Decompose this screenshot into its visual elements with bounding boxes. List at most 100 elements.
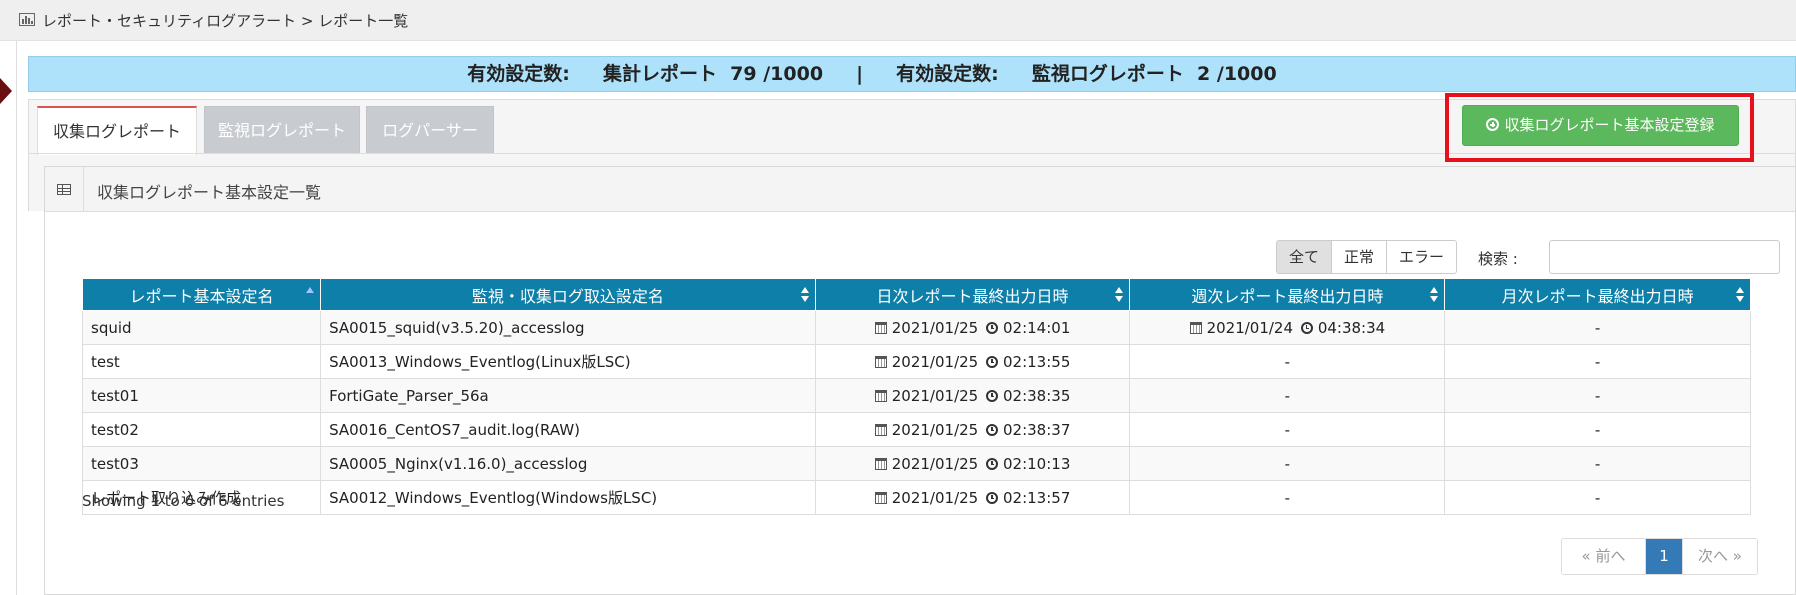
cell-monthly: - <box>1444 310 1751 345</box>
daily-time: 02:13:57 <box>1003 488 1071 507</box>
cell-source: SA0012_Windows_Eventlog(Windows版LSC) <box>320 480 816 515</box>
cell-report-name: test01 <box>81 378 322 413</box>
page-1-button[interactable]: 1 <box>1645 539 1682 574</box>
table-row[interactable]: test02 SA0016_CentOS7_audit.log(RAW) 2021/… <box>81 412 1751 447</box>
register-button-label: 収集ログレポート基本設定登録 <box>1504 116 1715 134</box>
cell-weekly: 2021/01/24 04:38:34 <box>1129 310 1446 345</box>
filter-error-button[interactable]: エラー <box>1386 241 1456 273</box>
weekly-empty: - <box>1284 454 1291 473</box>
sidebar-toggle-arrow[interactable] <box>0 78 12 104</box>
report-settings-table: レポート基本設定名 監視・収集ログ取込設定名 日次レポート最終出力日時 週次レポ… <box>81 278 1751 515</box>
weekly-date: 2021/01/24 <box>1206 318 1294 337</box>
daily-date: 2021/01/25 <box>891 420 979 439</box>
table-row[interactable]: test03 SA0005_Nginx(v1.16.0)_accesslog 202… <box>81 446 1751 481</box>
daily-date: 2021/01/25 <box>891 318 979 337</box>
clock-icon <box>1300 321 1313 334</box>
pagination: « 前へ 1 次へ » <box>1561 538 1758 575</box>
breadcrumb-text: レポート・セキュリティログアラート > レポート一覧 <box>42 12 409 30</box>
bar-chart-icon <box>19 13 35 26</box>
table-icon <box>57 184 71 195</box>
calendar-icon <box>874 457 887 470</box>
daily-date: 2021/01/25 <box>891 352 979 371</box>
register-basic-setting-button[interactable]: 収集ログレポート基本設定登録 <box>1462 105 1739 146</box>
cell-monthly: - <box>1444 344 1751 379</box>
daily-date: 2021/01/25 <box>891 488 979 507</box>
column-header-report-name[interactable]: レポート基本設定名 <box>81 278 322 311</box>
cell-monthly: - <box>1444 446 1751 481</box>
clock-icon <box>986 457 998 470</box>
breadcrumb: レポート・セキュリティログアラート > レポート一覧 <box>0 0 1796 41</box>
column-header-source[interactable]: 監視・収集ログ取込設定名 <box>320 278 816 311</box>
tab-log-parser[interactable]: ログパーサー <box>366 106 494 154</box>
search-input[interactable] <box>1549 240 1780 274</box>
cell-source: SA0013_Windows_Eventlog(Linux版LSC) <box>320 344 816 379</box>
clock-icon <box>986 423 998 436</box>
table-row[interactable]: squid SA0015_squid(v3.5.20)_accesslog 2021… <box>81 310 1751 345</box>
cell-report-name: squid <box>81 310 322 345</box>
calendar-icon <box>1189 321 1202 334</box>
cell-source: FortiGate_Parser_56a <box>320 378 816 413</box>
settings-count-bar: 有効設定数: 集計レポート 79 /1000 | 有効設定数: 監視ログレポート… <box>28 56 1796 92</box>
search-label: 検索 : <box>1478 250 1518 268</box>
tab-collected-log-report[interactable]: 収集ログレポート <box>37 106 197 155</box>
main-content: 有効設定数: 集計レポート 79 /1000 | 有効設定数: 監視ログレポート… <box>28 56 1796 595</box>
cell-monthly: - <box>1444 480 1751 515</box>
cell-source: SA0005_Nginx(v1.16.0)_accesslog <box>320 446 816 481</box>
calendar-icon <box>874 491 887 504</box>
cell-daily: 2021/01/25 02:38:37 <box>814 412 1131 447</box>
next-page-button[interactable]: 次へ » <box>1682 539 1757 574</box>
clock-icon <box>986 389 998 402</box>
column-header-daily[interactable]: 日次レポート最終出力日時 <box>814 278 1131 311</box>
cell-daily: 2021/01/25 02:13:55 <box>814 344 1131 379</box>
weekly-time: 04:38:34 <box>1317 318 1386 337</box>
cell-daily: 2021/01/25 02:38:35 <box>814 378 1131 413</box>
cell-monthly: - <box>1444 378 1751 413</box>
clock-icon <box>986 321 998 334</box>
clock-icon <box>986 355 998 368</box>
prev-page-button[interactable]: « 前へ <box>1562 539 1645 574</box>
settings-count-text: 有効設定数: 集計レポート 79 /1000 | 有効設定数: 監視ログレポート… <box>467 63 1277 85</box>
daily-time: 02:14:01 <box>1003 318 1071 337</box>
filter-all-button[interactable]: 全て <box>1277 241 1332 273</box>
daily-date: 2021/01/25 <box>891 386 979 405</box>
panel-title: 収集ログレポート基本設定一覧 <box>97 183 322 202</box>
clock-icon <box>986 491 998 504</box>
daily-date: 2021/01/25 <box>891 454 979 473</box>
column-header-weekly[interactable]: 週次レポート最終出力日時 <box>1129 278 1446 311</box>
cell-weekly: - <box>1129 344 1446 379</box>
plus-circle-icon <box>1486 118 1500 131</box>
tab-monitor-log-report[interactable]: 監視ログレポート <box>204 106 360 154</box>
panel-header: 収集ログレポート基本設定一覧 <box>45 167 1795 212</box>
cell-weekly: - <box>1129 446 1446 481</box>
calendar-icon <box>874 423 887 436</box>
cell-weekly: - <box>1129 378 1446 413</box>
sort-asc-icon <box>306 287 315 303</box>
cell-source: SA0016_CentOS7_audit.log(RAW) <box>320 412 816 447</box>
sort-icon <box>1430 287 1439 303</box>
weekly-empty: - <box>1284 352 1291 371</box>
column-header-monthly[interactable]: 月次レポート最終出力日時 <box>1444 278 1751 311</box>
calendar-icon <box>874 389 887 402</box>
table-header-row: レポート基本設定名 監視・収集ログ取込設定名 日次レポート最終出力日時 週次レポ… <box>81 278 1751 311</box>
sort-icon <box>1115 287 1124 303</box>
weekly-empty: - <box>1284 420 1291 439</box>
filter-normal-button[interactable]: 正常 <box>1331 241 1386 273</box>
report-settings-panel: 収集ログレポート基本設定一覧 全て 正常 エラー 検索 : レポート基本設定名 … <box>44 166 1796 595</box>
sort-icon <box>800 287 809 303</box>
table-row[interactable]: レポート取り込み作成 SA0012_Windows_Eventlog(Window… <box>81 480 1751 515</box>
sidebar-edge <box>0 41 17 595</box>
cell-weekly: - <box>1129 480 1446 515</box>
cell-report-name: test02 <box>81 412 322 447</box>
table-row[interactable]: test SA0013_Windows_Eventlog(Linux版LSC) 20… <box>81 344 1751 379</box>
calendar-icon <box>874 321 887 334</box>
status-filter: 全て 正常 エラー <box>1276 240 1458 274</box>
cell-report-name: test03 <box>81 446 322 481</box>
daily-time: 02:38:37 <box>1003 420 1071 439</box>
table-row[interactable]: test01 FortiGate_Parser_56a 2021/01/25 02:… <box>81 378 1751 413</box>
cell-monthly: - <box>1444 412 1751 447</box>
entries-info: Showing 1 to 6 of 6 entries <box>82 492 285 510</box>
calendar-icon <box>874 355 887 368</box>
cell-weekly: - <box>1129 412 1446 447</box>
daily-time: 02:10:13 <box>1003 454 1071 473</box>
cell-daily: 2021/01/25 02:14:01 <box>814 310 1131 345</box>
